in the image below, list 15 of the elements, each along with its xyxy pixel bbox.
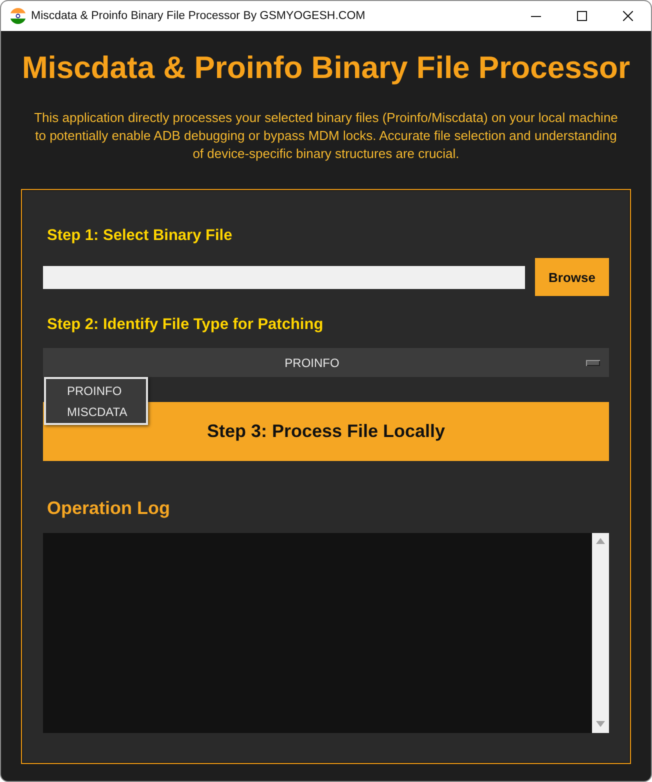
dropdown-option[interactable]: MISCDATA [46,402,146,423]
close-icon [623,11,633,21]
file-path-field[interactable] [43,266,525,288]
description-text: This application directly processes your selected binary files (Proinfo/Miscdata) on your local machine to potentially enable ADB debugging or bypass MDM locks. Accurate file selection and understanding of device-specific binary structures are crucial. [33,109,619,163]
window-title: Miscdata & Proinfo Binary File Processor By GSMYOGESH.COM [31,10,366,22]
browse-button[interactable]: Browse [535,258,609,296]
file-type-dropdown[interactable]: PROINFO [43,348,609,377]
log-title: Operation Log [47,497,170,520]
maximize-icon [577,11,587,21]
flag-icon [10,8,26,24]
step-label: Step 1: Select Binary File [47,227,232,245]
step-label: Step 2: Identify File Type for Patching [47,316,324,334]
app-title: Miscdata & Proinfo Binary File Processor [22,50,630,86]
dropdown-option[interactable]: PROINFO [46,381,146,402]
bar-icon [586,360,600,366]
